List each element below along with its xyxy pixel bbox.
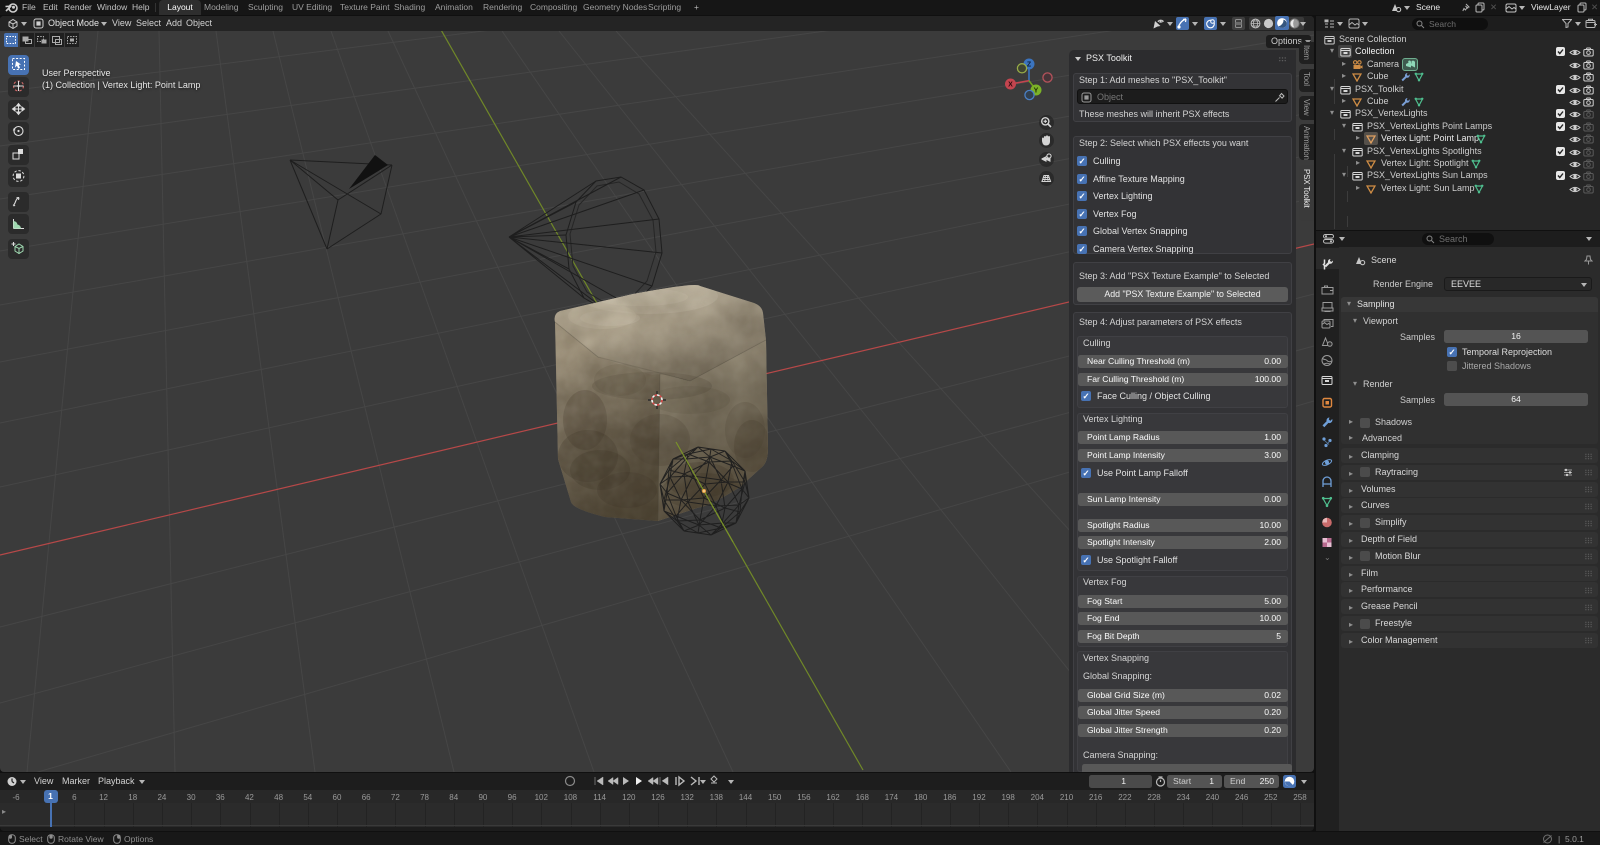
- svg-text:X: X: [1008, 82, 1013, 89]
- svg-text:Z: Z: [1027, 62, 1032, 69]
